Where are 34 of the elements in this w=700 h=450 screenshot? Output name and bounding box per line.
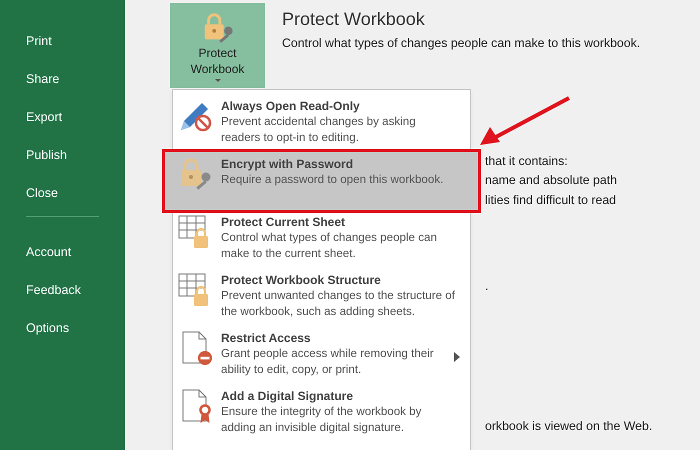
menu-item-title: Encrypt with Password <box>221 156 354 172</box>
sidebar-item[interactable]: Close <box>0 174 58 212</box>
info-text: orkbook is viewed on the Web. <box>485 418 652 435</box>
sidebar-item[interactable]: Export <box>0 98 62 136</box>
menu-item-description: Grant people access while removing their ability to edit, copy, or print. <box>221 346 435 378</box>
menu-item[interactable]: Always Open Read-Only Prevent accidental changes by asking readers to opt-in to editing. <box>173 94 470 152</box>
sidebar-item[interactable]: Print <box>0 22 52 60</box>
menu-item-description: Ensure the integrity of the workbook by adding an invisible digital signature. <box>221 404 422 436</box>
info-text: . <box>485 278 488 295</box>
menu-item-description: Prevent unwanted changes to the structure of the workbook, such as adding sheets. <box>221 288 456 320</box>
menu-item[interactable]: Add a Digital Signature Ensure the integrity of the workbook by adding an invisible digital signature. <box>173 384 470 442</box>
menu-item-title: Always Open Read-Only <box>221 98 361 114</box>
menu-item-description: Require a password to open this workbook. <box>221 172 444 188</box>
sidebar-item[interactable]: Options <box>0 309 70 347</box>
sidebar-item[interactable]: Share <box>0 60 60 98</box>
menu-item[interactable]: Protect Current Sheet Control what types of changes people can make to the current sheet. <box>173 210 470 268</box>
menu-item-description: Control what types of changes people can make to the current sheet. <box>221 230 438 262</box>
menu-item[interactable]: Encrypt with Password Require a password to open this workbook. <box>165 152 478 210</box>
section-description: Control what types of changes people can make to this workbook. <box>282 35 640 52</box>
menu-item[interactable]: Restrict Access Grant people access while removing their ability to edit, copy, or print. <box>173 326 470 384</box>
info-text: that it contains: <box>485 153 568 170</box>
menu-item-title: Add a Digital Signature <box>221 388 354 404</box>
sidebar-item[interactable]: Publish <box>0 136 67 174</box>
sidebar-item[interactable]: Feedback <box>0 271 81 309</box>
menu-item[interactable]: Protect Workbook Structure Prevent unwanted changes to the structure of the workbook, such as adding sheets. <box>173 268 470 326</box>
menu-item-title: Restrict Access <box>221 330 312 346</box>
section-title: Protect Workbook <box>282 8 425 31</box>
menu-item-title: Protect Current Sheet <box>221 214 346 230</box>
menu-item-title: Protect Workbook Structure <box>221 272 382 288</box>
menu-item-description: Prevent accidental changes by asking readers to opt-in to editing. <box>221 114 417 146</box>
info-text: lities find difficult to read <box>485 192 616 209</box>
info-text: name and absolute path <box>485 172 617 189</box>
sidebar-item[interactable]: Account <box>0 233 72 271</box>
protect-workbook-button[interactable]: Protect Workbook <box>170 3 265 88</box>
